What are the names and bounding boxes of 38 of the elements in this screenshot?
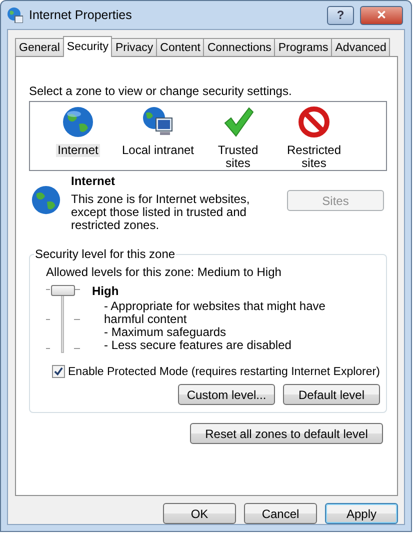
slider-thumb[interactable] bbox=[51, 285, 75, 296]
zone-label[interactable]: Local intranet bbox=[120, 144, 196, 157]
help-button[interactable]: ? bbox=[327, 6, 354, 24]
instruction-text: Select a zone to view or change security settings. bbox=[29, 84, 293, 98]
tab[interactable]: Advanced bbox=[331, 38, 390, 56]
tab[interactable]: Security bbox=[62, 36, 112, 57]
dialog-button[interactable]: Apply bbox=[325, 503, 398, 524]
security-slider[interactable] bbox=[46, 285, 80, 355]
tab[interactable]: Privacy bbox=[111, 38, 158, 56]
group-legend: Security level for this zone bbox=[34, 247, 176, 261]
level-button[interactable]: Default level bbox=[283, 384, 380, 405]
globe-icon bbox=[31, 185, 61, 215]
window-title: Internet Properties bbox=[29, 8, 132, 22]
tab[interactable]: Connections bbox=[203, 38, 276, 56]
checkbox[interactable] bbox=[52, 365, 65, 378]
zone-label[interactable]: Trusted sites bbox=[202, 144, 274, 170]
allowed-levels-text: Allowed levels for this zone: Medium to High bbox=[46, 265, 282, 279]
globe-computer-icon[interactable] bbox=[142, 106, 174, 138]
level-name: High bbox=[92, 285, 120, 298]
level-detail: - Maximum safeguards bbox=[103, 326, 228, 339]
checkmark-icon[interactable] bbox=[222, 106, 254, 138]
level-detail: - Appropriate for websites that might have harmful content bbox=[103, 300, 326, 326]
tab[interactable]: General bbox=[15, 38, 64, 56]
level-detail: - Less secure features are disabled bbox=[103, 339, 292, 352]
zone-description: This zone is for Internet websites, except those listed in trusted and restricted zones. bbox=[71, 193, 251, 232]
tab[interactable]: Programs bbox=[274, 38, 332, 56]
zone-label[interactable]: Restricted sites bbox=[278, 144, 350, 170]
globe-icon[interactable] bbox=[62, 106, 94, 138]
reset-button[interactable]: Reset all zones to default level bbox=[190, 423, 383, 444]
prohibited-icon[interactable] bbox=[298, 106, 330, 138]
dialog-button[interactable]: OK bbox=[163, 503, 236, 524]
zone-title: Internet bbox=[71, 175, 116, 188]
checkbox-label: Enable Protected Mode (requires restarting Internet Explorer) bbox=[68, 366, 380, 378]
zone-label[interactable]: Internet bbox=[56, 144, 100, 157]
level-button[interactable]: Custom level... bbox=[178, 384, 275, 405]
dialog-button[interactable]: Cancel bbox=[244, 503, 317, 524]
tab[interactable]: Content bbox=[156, 38, 204, 56]
globe-icon bbox=[7, 7, 23, 23]
